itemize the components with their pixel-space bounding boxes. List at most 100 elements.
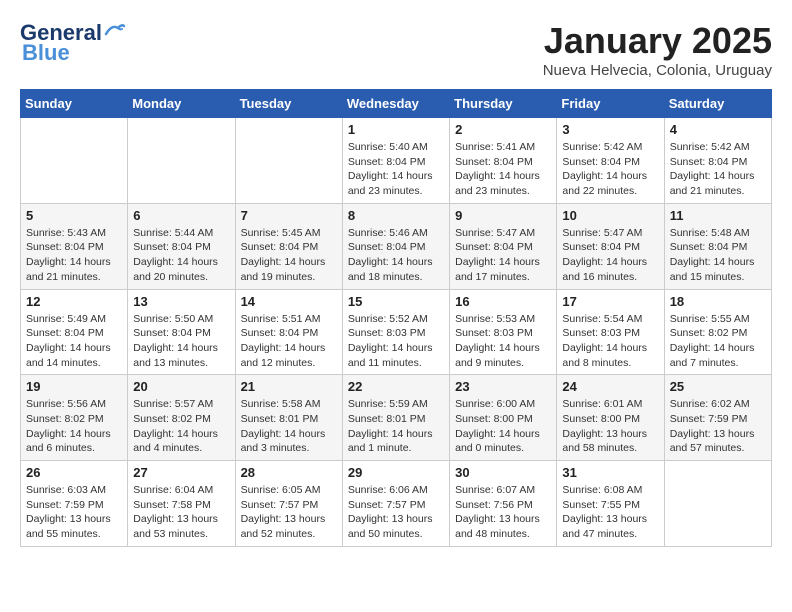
calendar-table: SundayMondayTuesdayWednesdayThursdayFrid…: [20, 89, 772, 547]
day-info: Sunrise: 5:42 AM Sunset: 8:04 PM Dayligh…: [670, 140, 766, 199]
calendar-cell: [664, 461, 771, 547]
day-number: 19: [26, 379, 122, 394]
col-header-wednesday: Wednesday: [342, 90, 449, 118]
day-info: Sunrise: 5:45 AM Sunset: 8:04 PM Dayligh…: [241, 226, 337, 285]
day-number: 20: [133, 379, 229, 394]
month-title: January 2025: [543, 20, 772, 62]
calendar-cell: 26 Sunrise: 6:03 AM Sunset: 7:59 PM Dayli…: [21, 461, 128, 547]
day-info: Sunrise: 5:52 AM Sunset: 8:03 PM Dayligh…: [348, 312, 444, 371]
day-number: 26: [26, 465, 122, 480]
day-number: 2: [455, 122, 551, 137]
calendar-cell: 14Sunrise: 5:51 AM Sunset: 8:04 PM Dayli…: [235, 289, 342, 375]
logo-blue-text: Blue: [22, 40, 70, 66]
col-header-saturday: Saturday: [664, 90, 771, 118]
calendar-cell: 8Sunrise: 5:46 AM Sunset: 8:04 PM Daylig…: [342, 203, 449, 289]
day-info: Sunrise: 5:49 AM Sunset: 8:04 PM Dayligh…: [26, 312, 122, 371]
col-header-thursday: Thursday: [450, 90, 557, 118]
title-block: January 2025 Nueva Helvecia, Colonia, Ur…: [543, 20, 772, 79]
day-number: 18: [670, 294, 766, 309]
day-number: 3: [562, 122, 658, 137]
day-number: 30: [455, 465, 551, 480]
calendar-cell: 25Sunrise: 6:02 AM Sunset: 7:59 PM Dayli…: [664, 375, 771, 461]
day-number: 7: [241, 208, 337, 223]
day-number: 16: [455, 294, 551, 309]
calendar-week-row: 12Sunrise: 5:49 AM Sunset: 8:04 PM Dayli…: [21, 289, 772, 375]
calendar-week-row: 1 Sunrise: 5:40 AM Sunset: 8:04 PM Daylig…: [21, 118, 772, 204]
day-info: Sunrise: 5:47 AM Sunset: 8:04 PM Dayligh…: [455, 226, 551, 285]
calendar-header-row: SundayMondayTuesdayWednesdayThursdayFrid…: [21, 90, 772, 118]
day-info: Sunrise: 5:47 AM Sunset: 8:04 PM Dayligh…: [562, 226, 658, 285]
day-number: 10: [562, 208, 658, 223]
calendar-cell: [128, 118, 235, 204]
day-info: Sunrise: 5:57 AM Sunset: 8:02 PM Dayligh…: [133, 397, 229, 456]
calendar-cell: 6Sunrise: 5:44 AM Sunset: 8:04 PM Daylig…: [128, 203, 235, 289]
calendar-cell: [21, 118, 128, 204]
day-info: Sunrise: 6:00 AM Sunset: 8:00 PM Dayligh…: [455, 397, 551, 456]
day-info: Sunrise: 6:01 AM Sunset: 8:00 PM Dayligh…: [562, 397, 658, 456]
calendar-cell: 24Sunrise: 6:01 AM Sunset: 8:00 PM Dayli…: [557, 375, 664, 461]
day-info: Sunrise: 5:50 AM Sunset: 8:04 PM Dayligh…: [133, 312, 229, 371]
day-number: 9: [455, 208, 551, 223]
day-info: Sunrise: 5:41 AM Sunset: 8:04 PM Dayligh…: [455, 140, 551, 199]
day-number: 21: [241, 379, 337, 394]
day-info: Sunrise: 5:54 AM Sunset: 8:03 PM Dayligh…: [562, 312, 658, 371]
calendar-cell: 7 Sunrise: 5:45 AM Sunset: 8:04 PM Daylig…: [235, 203, 342, 289]
logo: General Blue: [20, 20, 126, 66]
day-info: Sunrise: 5:44 AM Sunset: 8:04 PM Dayligh…: [133, 226, 229, 285]
day-info: Sunrise: 6:05 AM Sunset: 7:57 PM Dayligh…: [241, 483, 337, 542]
day-number: 29: [348, 465, 444, 480]
page-header: General Blue January 2025 Nueva Helvecia…: [20, 20, 772, 79]
calendar-cell: 12Sunrise: 5:49 AM Sunset: 8:04 PM Dayli…: [21, 289, 128, 375]
day-number: 8: [348, 208, 444, 223]
calendar-cell: 21 Sunrise: 5:58 AM Sunset: 8:01 PM Dayli…: [235, 375, 342, 461]
calendar-cell: 30 Sunrise: 6:07 AM Sunset: 7:56 PM Dayli…: [450, 461, 557, 547]
calendar-cell: 22Sunrise: 5:59 AM Sunset: 8:01 PM Dayli…: [342, 375, 449, 461]
calendar-cell: 20 Sunrise: 5:57 AM Sunset: 8:02 PM Dayli…: [128, 375, 235, 461]
calendar-cell: 23 Sunrise: 6:00 AM Sunset: 8:00 PM Dayli…: [450, 375, 557, 461]
day-info: Sunrise: 5:58 AM Sunset: 8:01 PM Dayligh…: [241, 397, 337, 456]
day-info: Sunrise: 5:40 AM Sunset: 8:04 PM Dayligh…: [348, 140, 444, 199]
calendar-cell: 18 Sunrise: 5:55 AM Sunset: 8:02 PM Dayli…: [664, 289, 771, 375]
calendar-cell: 29 Sunrise: 6:06 AM Sunset: 7:57 PM Dayli…: [342, 461, 449, 547]
calendar-week-row: 5 Sunrise: 5:43 AM Sunset: 8:04 PM Daylig…: [21, 203, 772, 289]
calendar-cell: 2 Sunrise: 5:41 AM Sunset: 8:04 PM Daylig…: [450, 118, 557, 204]
calendar-cell: 31 Sunrise: 6:08 AM Sunset: 7:55 PM Dayli…: [557, 461, 664, 547]
calendar-cell: 15 Sunrise: 5:52 AM Sunset: 8:03 PM Dayli…: [342, 289, 449, 375]
day-number: 4: [670, 122, 766, 137]
day-number: 5: [26, 208, 122, 223]
calendar-week-row: 26 Sunrise: 6:03 AM Sunset: 7:59 PM Dayli…: [21, 461, 772, 547]
calendar-cell: 17 Sunrise: 5:54 AM Sunset: 8:03 PM Dayli…: [557, 289, 664, 375]
day-info: Sunrise: 5:55 AM Sunset: 8:02 PM Dayligh…: [670, 312, 766, 371]
calendar-cell: 4 Sunrise: 5:42 AM Sunset: 8:04 PM Daylig…: [664, 118, 771, 204]
calendar-cell: 27Sunrise: 6:04 AM Sunset: 7:58 PM Dayli…: [128, 461, 235, 547]
day-info: Sunrise: 5:48 AM Sunset: 8:04 PM Dayligh…: [670, 226, 766, 285]
calendar-cell: 1 Sunrise: 5:40 AM Sunset: 8:04 PM Daylig…: [342, 118, 449, 204]
calendar-cell: 10 Sunrise: 5:47 AM Sunset: 8:04 PM Dayli…: [557, 203, 664, 289]
day-info: Sunrise: 6:03 AM Sunset: 7:59 PM Dayligh…: [26, 483, 122, 542]
calendar-cell: 11Sunrise: 5:48 AM Sunset: 8:04 PM Dayli…: [664, 203, 771, 289]
col-header-monday: Monday: [128, 90, 235, 118]
day-info: Sunrise: 6:08 AM Sunset: 7:55 PM Dayligh…: [562, 483, 658, 542]
calendar-cell: [235, 118, 342, 204]
day-number: 28: [241, 465, 337, 480]
day-info: Sunrise: 6:06 AM Sunset: 7:57 PM Dayligh…: [348, 483, 444, 542]
col-header-friday: Friday: [557, 90, 664, 118]
calendar-cell: 28 Sunrise: 6:05 AM Sunset: 7:57 PM Dayli…: [235, 461, 342, 547]
day-number: 13: [133, 294, 229, 309]
day-info: Sunrise: 6:07 AM Sunset: 7:56 PM Dayligh…: [455, 483, 551, 542]
day-info: Sunrise: 5:42 AM Sunset: 8:04 PM Dayligh…: [562, 140, 658, 199]
day-info: Sunrise: 5:53 AM Sunset: 8:03 PM Dayligh…: [455, 312, 551, 371]
day-number: 1: [348, 122, 444, 137]
calendar-week-row: 19Sunrise: 5:56 AM Sunset: 8:02 PM Dayli…: [21, 375, 772, 461]
location-subtitle: Nueva Helvecia, Colonia, Uruguay: [543, 62, 772, 79]
day-number: 14: [241, 294, 337, 309]
calendar-cell: 13 Sunrise: 5:50 AM Sunset: 8:04 PM Dayli…: [128, 289, 235, 375]
day-info: Sunrise: 5:43 AM Sunset: 8:04 PM Dayligh…: [26, 226, 122, 285]
day-number: 23: [455, 379, 551, 394]
day-number: 17: [562, 294, 658, 309]
calendar-cell: 5 Sunrise: 5:43 AM Sunset: 8:04 PM Daylig…: [21, 203, 128, 289]
day-number: 31: [562, 465, 658, 480]
calendar-cell: 16 Sunrise: 5:53 AM Sunset: 8:03 PM Dayli…: [450, 289, 557, 375]
day-number: 15: [348, 294, 444, 309]
calendar-cell: 9 Sunrise: 5:47 AM Sunset: 8:04 PM Daylig…: [450, 203, 557, 289]
